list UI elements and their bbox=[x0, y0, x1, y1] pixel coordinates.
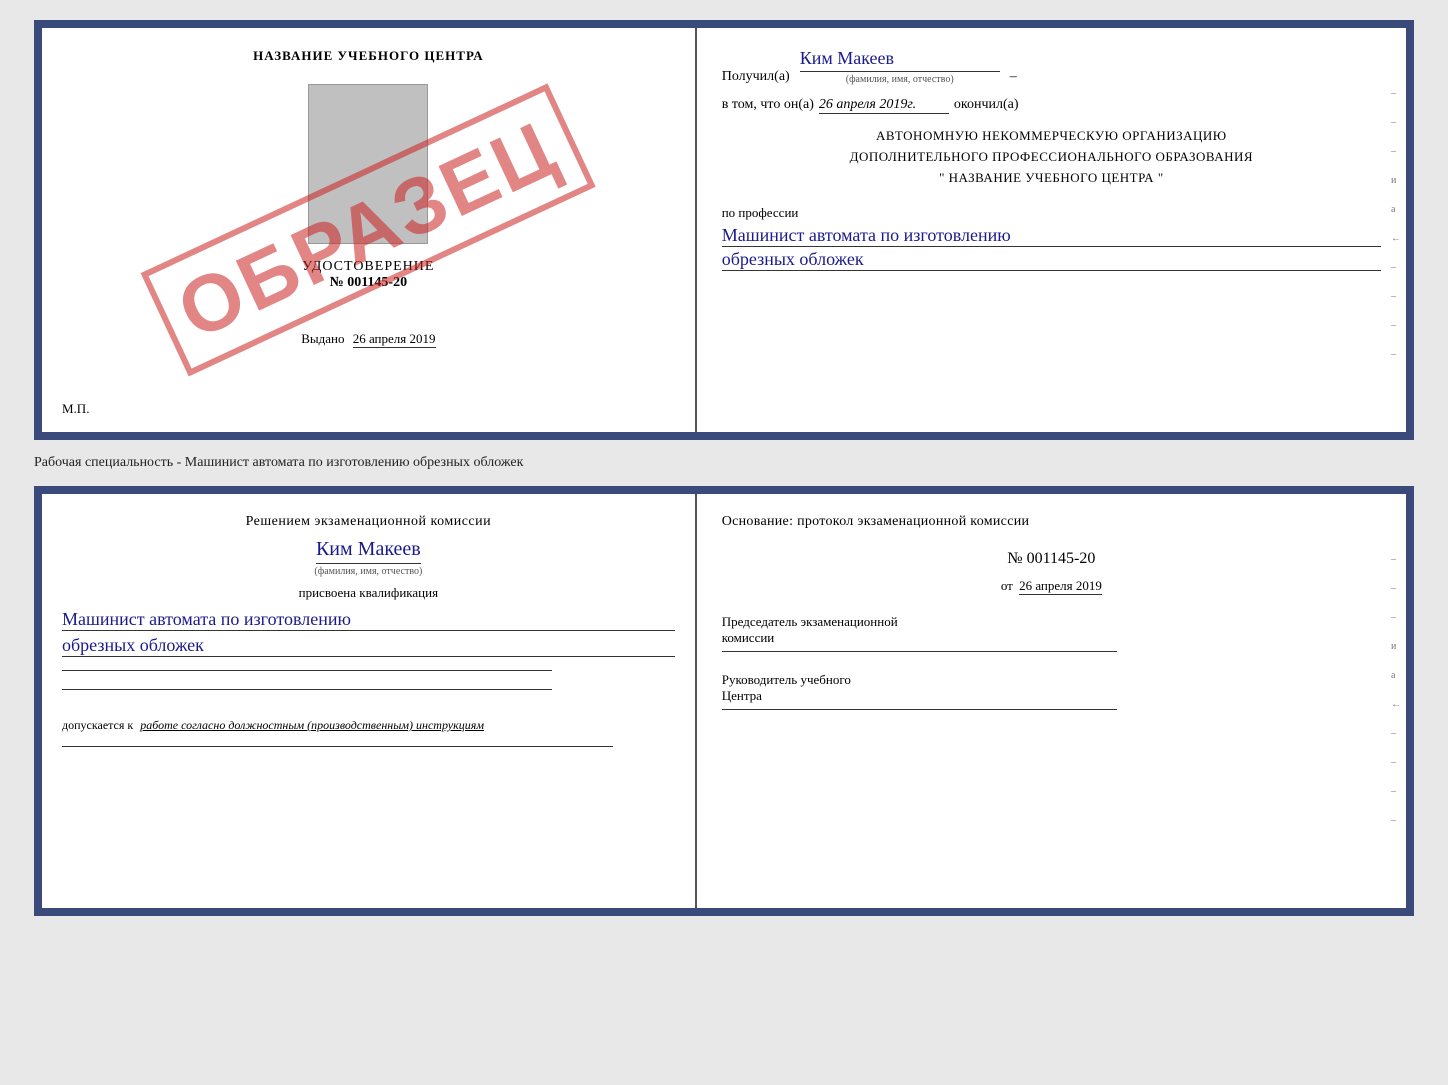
right-decorations-bottom: – – – и а ← – – – – bbox=[1391, 554, 1401, 826]
ot-date-value: 26 апреля 2019 bbox=[1019, 578, 1102, 595]
poluchil-label: Получил(а) bbox=[722, 69, 790, 85]
ot-date: от 26 апреля 2019 bbox=[722, 578, 1381, 594]
qualification-line1: Машинист автомата по изготовлению bbox=[62, 609, 675, 631]
date-value: 26 апреля 2019г. bbox=[819, 97, 949, 114]
fio-label-top: (фамилия, имя, отчество) bbox=[800, 74, 1000, 85]
dopuskaetsya-value: работе согласно должностным (производств… bbox=[140, 718, 484, 732]
dopuskaetsya-text: допускается к работе согласно должностны… bbox=[62, 718, 675, 733]
bottom-right: Основание: протокол экзаменационной коми… bbox=[697, 494, 1406, 908]
school-name-top: НАЗВАНИЕ УЧЕБНОГО ЦЕНТРА bbox=[253, 48, 484, 64]
right-decorations-top: – – – и а ← – – – – bbox=[1391, 88, 1401, 360]
predsedatel-line2: комиссии bbox=[722, 630, 1381, 646]
v-tom-text: в том, что он(а) bbox=[722, 97, 814, 113]
certificate-top: НАЗВАНИЕ УЧЕБНОГО ЦЕНТРА УДОСТОВЕРЕНИЕ №… bbox=[34, 20, 1414, 440]
profession-block: по профессии Машинист автомата по изгото… bbox=[722, 205, 1381, 271]
rukovoditel-line1: Руководитель учебного bbox=[722, 672, 1381, 688]
protocol-number: № 001145-20 bbox=[722, 550, 1381, 568]
cert-left: НАЗВАНИЕ УЧЕБНОГО ЦЕНТРА УДОСТОВЕРЕНИЕ №… bbox=[42, 28, 697, 432]
qualification-block: Машинист автомата по изготовлению обрезн… bbox=[62, 609, 675, 657]
rukovoditel-line2: Центра bbox=[722, 688, 1381, 704]
prisvoena-text: присвоена квалификация bbox=[62, 585, 675, 601]
bottom-lines bbox=[62, 670, 675, 690]
sign-line-3 bbox=[62, 746, 613, 747]
vydano-line: Выдано 26 апреля 2019 bbox=[301, 331, 435, 347]
rukovoditel-sign-line bbox=[722, 709, 1118, 710]
predsedatel-block: Председатель экзаменационной комиссии bbox=[722, 614, 1381, 652]
okonchil-label: окончил(а) bbox=[954, 97, 1019, 113]
osnovanie-text: Основание: протокол экзаменационной коми… bbox=[722, 514, 1381, 530]
v-tom-row: в том, что он(а) 26 апреля 2019г. окончи… bbox=[722, 97, 1381, 114]
mp-label: М.П. bbox=[62, 401, 89, 417]
org-line1: АВТОНОМНУЮ НЕКОММЕРЧЕСКУЮ ОРГАНИЗАЦИЮ bbox=[722, 126, 1381, 147]
dopuskaetsya-prefix: допускается к bbox=[62, 718, 133, 732]
qualification-line2: обрезных обложек bbox=[62, 635, 675, 657]
rukovoditel-block: Руководитель учебного Центра bbox=[722, 672, 1381, 710]
poluchil-row: Получил(а) Ким Макеев (фамилия, имя, отч… bbox=[722, 48, 1381, 85]
profession-line1: Машинист автомата по изготовлению bbox=[722, 225, 1381, 247]
vydano-label: Выдано bbox=[301, 331, 344, 346]
vydano-date: 26 апреля 2019 bbox=[353, 331, 436, 348]
profession-line2: обрезных обложек bbox=[722, 249, 1381, 271]
sign-line-1 bbox=[62, 670, 552, 671]
org-line2: ДОПОЛНИТЕЛЬНОГО ПРОФЕССИОНАЛЬНОГО ОБРАЗО… bbox=[722, 147, 1381, 168]
middle-label: Рабочая специальность - Машинист автомат… bbox=[34, 450, 1414, 476]
sign-line-2 bbox=[62, 689, 552, 690]
bottom-fio-label: (фамилия, имя, отчество) bbox=[314, 566, 422, 577]
udostoverenie-block: УДОСТОВЕРЕНИЕ № 001145-20 bbox=[302, 259, 434, 291]
org-block: АВТОНОМНУЮ НЕКОММЕРЧЕСКУЮ ОРГАНИЗАЦИЮ ДО… bbox=[722, 126, 1381, 188]
photo-placeholder bbox=[308, 84, 428, 244]
po-professii-label: по профессии bbox=[722, 205, 1381, 221]
predsedatel-sign-line bbox=[722, 651, 1118, 652]
bottom-left: Решением экзаменационной комиссии Ким Ма… bbox=[42, 494, 697, 908]
poluchil-name: Ким Макеев bbox=[800, 48, 1000, 72]
document-wrapper: НАЗВАНИЕ УЧЕБНОГО ЦЕНТРА УДОСТОВЕРЕНИЕ №… bbox=[34, 20, 1414, 916]
certificate-bottom: Решением экзаменационной комиссии Ким Ма… bbox=[34, 486, 1414, 916]
cert-right: Получил(а) Ким Макеев (фамилия, имя, отч… bbox=[697, 28, 1406, 432]
predsedatel-line1: Председатель экзаменационной bbox=[722, 614, 1381, 630]
bottom-person-name: Ким Макеев bbox=[316, 538, 421, 564]
org-line3: " НАЗВАНИЕ УЧЕБНОГО ЦЕНТРА " bbox=[722, 168, 1381, 189]
ot-label: от bbox=[1001, 578, 1013, 593]
udostoverenie-title: УДОСТОВЕРЕНИЕ bbox=[302, 259, 434, 275]
resheniem-text: Решением экзаменационной комиссии bbox=[62, 514, 675, 530]
udostoverenie-number: № 001145-20 bbox=[302, 275, 434, 291]
